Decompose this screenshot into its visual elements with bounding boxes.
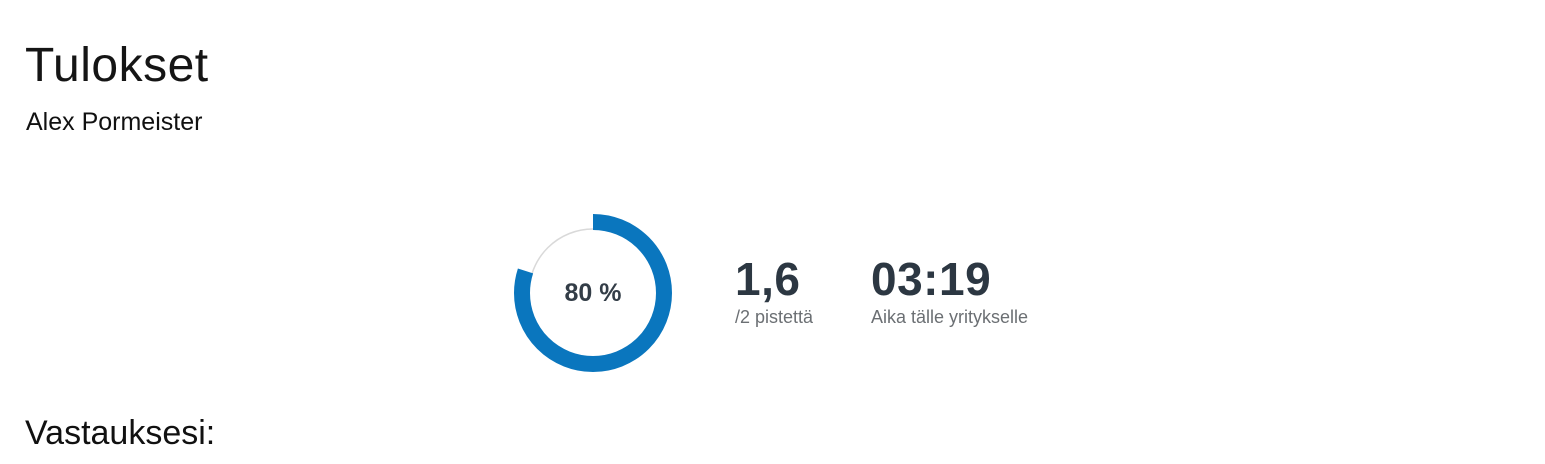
time-stat: 03:19 Aika tälle yritykselle <box>871 254 1028 328</box>
time-caption: Aika tälle yritykselle <box>871 306 1029 327</box>
score-caption: /2 pistettä <box>735 306 814 327</box>
percent-label: 80 % <box>564 278 622 307</box>
score-value: 1,6 <box>735 253 801 305</box>
user-name: Alex Pormeister <box>26 108 203 136</box>
time-value: 03:19 <box>871 253 992 305</box>
page-title: Tulokset <box>25 39 209 92</box>
score-progress-ring: 80 % <box>508 208 678 378</box>
answers-heading: Vastauksesi: <box>25 414 216 452</box>
score-stat: 1,6 /2 pistettä <box>735 254 813 328</box>
